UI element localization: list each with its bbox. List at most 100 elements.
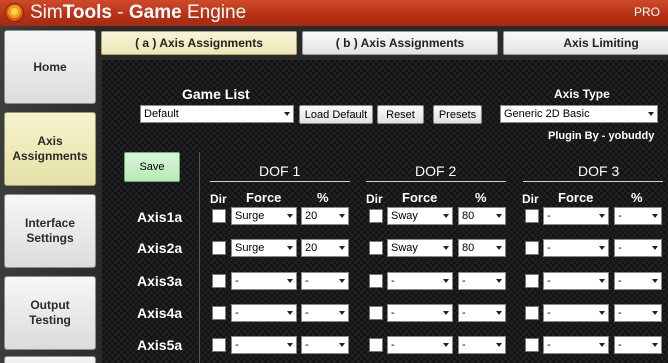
axis5a-dof2-percent-select[interactable]: - [458,336,506,354]
game-list-select[interactable]: Default [140,105,294,123]
axis1a-dof2-force-select[interactable]: Sway [387,207,453,225]
chevron-down-icon [496,311,502,315]
sidebar-item-label: Interface Settings [24,216,76,245]
axis4a-dof2-percent-select[interactable]: - [458,304,506,322]
grid-divider [199,152,200,363]
brand-sim: Sim [30,2,63,23]
axis2a-dof1-force-select[interactable]: Surge [231,239,297,257]
chevron-down-icon [339,279,345,283]
axis5a-dof1-dir-checkbox[interactable] [212,338,226,352]
axis-type-select[interactable]: Generic 2D Basic [500,105,658,123]
axis3a-dof1-force-select[interactable]: - [231,272,297,290]
sidebar-item-interface-settings[interactable]: Interface Settings [4,194,96,268]
axis5a-dof3-dir-checkbox[interactable] [525,338,539,352]
dof-2-dir-header: Dir [366,192,383,206]
sidebar-item-more[interactable] [4,356,96,363]
sidebar-item-label: Axis Assignments [12,134,88,163]
axis4a-dof2-dir-checkbox[interactable] [369,306,383,320]
axis1a-dof2-dir-checkbox[interactable] [369,209,383,223]
axis3a-dof3-force-select[interactable]: - [543,272,609,290]
axis3a-dof3-percent-select[interactable]: - [614,272,662,290]
reset-button[interactable]: Reset [377,105,424,124]
percent-value: 80 [462,242,475,254]
chevron-down-icon [443,279,449,283]
axis4a-dof1-percent-select[interactable]: - [301,304,349,322]
axis4a-dof1-dir-checkbox[interactable] [212,306,226,320]
axis2a-dof3-percent-select[interactable]: - [614,239,662,257]
load-default-button[interactable]: Load Default [299,105,373,124]
tab-axis-assignments-b[interactable]: ( b ) Axis Assignments [302,31,498,55]
force-value: - [391,339,395,351]
chevron-down-icon [496,279,502,283]
simtools-logo-icon [5,3,24,22]
sidebar-item-axis-assignments[interactable]: Axis Assignments [4,112,96,186]
axis4a-dof3-percent-select[interactable]: - [614,304,662,322]
axis3a-dof2-dir-checkbox[interactable] [369,274,383,288]
chevron-down-icon [287,311,293,315]
save-button[interactable]: Save [124,152,180,182]
presets-button[interactable]: Presets [433,105,482,124]
axis5a-dof3-percent-select[interactable]: - [614,336,662,354]
chevron-down-icon [443,246,449,250]
dof-1-force-header: Force [246,190,282,205]
axis-assignment-panel: Game List Default Load Default Reset Pre… [102,60,668,363]
force-value: - [391,275,395,287]
axis5a-dof2-dir-checkbox[interactable] [369,338,383,352]
dof-2-force-header: Force [402,190,438,205]
axis4a-dof2-force-select[interactable]: - [387,304,453,322]
axis1a-dof2-percent-select[interactable]: 80 [458,207,506,225]
dof-2-heading: DOF 2 [415,163,457,179]
axis2a-dof3-force-select[interactable]: - [543,239,609,257]
game-list-heading: Game List [182,86,250,102]
axis3a-dof3-dir-checkbox[interactable] [525,274,539,288]
axis5a-dof1-percent-select[interactable]: - [301,336,349,354]
sidebar-item-output-testing[interactable]: Output Testing [4,276,96,350]
axis3a-dof1-percent-select[interactable]: - [301,272,349,290]
axis-row-label: Axis3a [137,273,183,289]
axis-row-label: Axis1a [137,209,183,225]
tab-axis-assignments-a[interactable]: ( a ) Axis Assignments [101,31,297,55]
percent-value: - [462,307,466,319]
axis2a-dof2-force-select[interactable]: Sway [387,239,453,257]
dof-1-percent-header: % [317,190,329,205]
axis1a-dof3-dir-checkbox[interactable] [525,209,539,223]
force-value: - [235,275,239,287]
axis-type-value: Generic 2D Basic [504,108,590,120]
axis4a-dof3-dir-checkbox[interactable] [525,306,539,320]
force-value: - [235,307,239,319]
axis1a-dof3-force-select[interactable]: - [543,207,609,225]
axis1a-dof1-percent-select[interactable]: 20 [301,207,349,225]
axis5a-dof3-force-select[interactable]: - [543,336,609,354]
axis1a-dof3-percent-select[interactable]: - [614,207,662,225]
dof-3-percent-header: % [631,190,643,205]
chevron-down-icon [443,214,449,218]
chevron-down-icon [496,246,502,250]
percent-value: - [618,210,622,222]
sidebar: Home Axis Assignments Interface Settings… [0,26,98,363]
force-value: - [391,307,395,319]
axis3a-dof1-dir-checkbox[interactable] [212,274,226,288]
axis2a-dof3-dir-checkbox[interactable] [525,241,539,255]
axis5a-dof2-force-select[interactable]: - [387,336,453,354]
force-value: - [547,339,551,351]
axis4a-dof1-force-select[interactable]: - [231,304,297,322]
sidebar-item-home[interactable]: Home [4,30,96,104]
axis1a-dof1-force-select[interactable]: Surge [231,207,297,225]
force-value: Sway [391,242,418,254]
force-value: Sway [391,210,418,222]
tab-axis-limiting[interactable]: Axis Limiting [503,31,668,55]
percent-value: 20 [305,242,318,254]
axis1a-dof1-dir-checkbox[interactable] [212,209,226,223]
axis5a-dof1-force-select[interactable]: - [231,336,297,354]
chevron-down-icon [599,279,605,283]
percent-value: - [618,242,622,254]
axis3a-dof2-force-select[interactable]: - [387,272,453,290]
axis2a-dof1-percent-select[interactable]: 20 [301,239,349,257]
axis3a-dof2-percent-select[interactable]: - [458,272,506,290]
axis2a-dof1-dir-checkbox[interactable] [212,241,226,255]
dof-3-heading: DOF 3 [578,163,620,179]
axis4a-dof3-force-select[interactable]: - [543,304,609,322]
chevron-down-icon [339,214,345,218]
axis2a-dof2-percent-select[interactable]: 80 [458,239,506,257]
axis2a-dof2-dir-checkbox[interactable] [369,241,383,255]
